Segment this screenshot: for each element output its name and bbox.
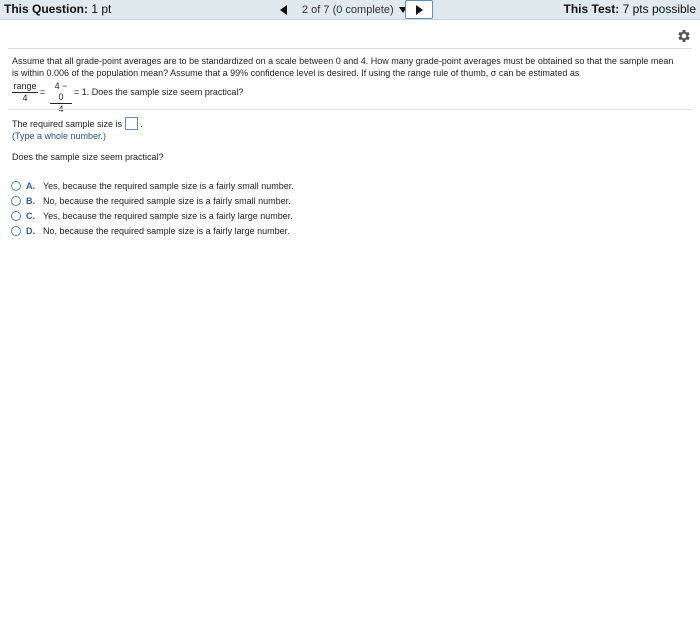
question-points-value: 1 pt — [88, 2, 112, 16]
triangle-left-icon — [279, 4, 287, 15]
divider — [8, 48, 692, 49]
option-d[interactable]: D. No, because the required sample size … — [11, 223, 294, 238]
option-letter: B. — [26, 195, 35, 206]
test-points: This Test: 7 pts possible — [564, 2, 697, 16]
question-progress-dropdown[interactable]: 2 of 7 (0 complete) — [296, 0, 407, 19]
progress-label: 2 of 7 (0 complete) — [302, 3, 394, 16]
next-question-button[interactable] — [405, 0, 433, 19]
top-bar: This Question: 1 pt 2 of 7 (0 complete) … — [0, 0, 700, 20]
settings-gear-button[interactable] — [676, 28, 692, 44]
option-a[interactable]: A. Yes, because the required sample size… — [11, 178, 294, 193]
previous-question-button[interactable] — [271, 0, 295, 19]
option-letter: D. — [26, 225, 35, 236]
equals-sign: = — [40, 87, 46, 97]
test-label: This Test: — [563, 2, 620, 16]
practical-question: Does the sample size seem practical? — [12, 152, 164, 162]
triangle-right-icon — [415, 4, 423, 15]
gear-icon — [678, 30, 690, 42]
answer-hint: (Type a whole number.) — [12, 131, 107, 141]
fraction-numerator: range — [12, 81, 38, 93]
option-b[interactable]: B. No, because the required sample size … — [11, 193, 294, 208]
option-text: No, because the required sample size is … — [43, 225, 290, 236]
radio-button[interactable] — [11, 225, 21, 236]
question-text: Assume that all grade-point averages are… — [12, 56, 674, 78]
test-points-value: 7 pts possible — [619, 2, 696, 16]
fraction-denominator: 4 — [22, 93, 28, 103]
sample-size-label: The required sample size is — [12, 118, 123, 129]
practical-options: A. Yes, because the required sample size… — [11, 178, 294, 238]
sample-size-input[interactable] — [125, 117, 139, 130]
question-label: This Question: — [4, 2, 88, 16]
option-letter: A. — [26, 180, 35, 191]
option-c[interactable]: C. Yes, because the required sample size… — [11, 208, 294, 223]
radio-button[interactable] — [11, 195, 21, 206]
answer-period: . — [140, 118, 143, 129]
option-text: Yes, because the required sample size is… — [43, 210, 293, 221]
fraction-range-over-4: range 4 — [12, 81, 38, 104]
option-text: Yes, because the required sample size is… — [43, 180, 294, 191]
radio-button[interactable] — [11, 180, 21, 191]
option-text: No, because the required sample size is … — [43, 195, 291, 206]
divider — [8, 109, 692, 110]
radio-button[interactable] — [11, 210, 21, 221]
question-points: This Question: 1 pt — [4, 2, 111, 16]
fraction-numerator: 4 − 0 — [50, 81, 72, 104]
sample-size-answer-line: The required sample size is . — [12, 117, 143, 130]
formula-continuation: = 1. Does the sample size seem practical… — [74, 87, 244, 97]
option-letter: C. — [26, 210, 35, 221]
